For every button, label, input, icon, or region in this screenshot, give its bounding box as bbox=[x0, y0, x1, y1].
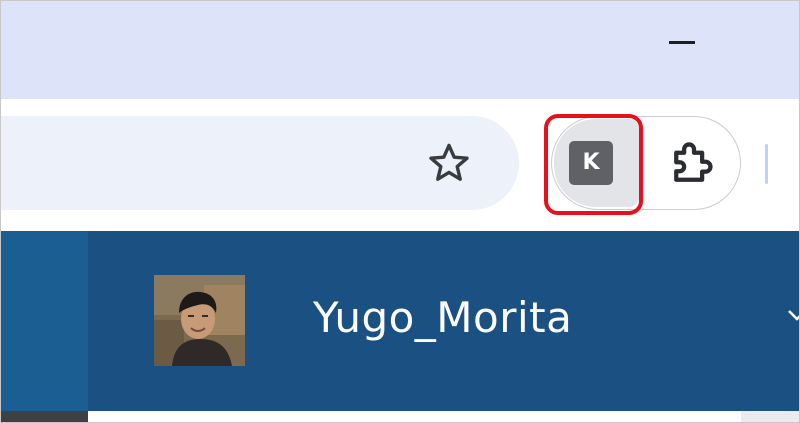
star-outline-icon[interactable] bbox=[425, 139, 473, 187]
extension-highlight-box bbox=[544, 114, 643, 215]
page-sidebar-footer bbox=[1, 411, 88, 422]
minimize-icon[interactable] bbox=[669, 41, 695, 44]
page-sidebar-strip bbox=[1, 231, 88, 411]
puzzle-piece-icon[interactable] bbox=[665, 137, 719, 191]
page-content-edge-right bbox=[741, 411, 799, 422]
toolbar-divider bbox=[765, 144, 768, 184]
browser-toolbar: K bbox=[1, 99, 799, 231]
chevron-down-icon[interactable] bbox=[785, 303, 800, 327]
profile-username[interactable]: Yugo_Morita bbox=[313, 293, 572, 342]
user-avatar[interactable] bbox=[154, 275, 245, 366]
browser-window: K Yugo_Morita bbox=[0, 0, 800, 423]
page-content-edge bbox=[88, 411, 799, 422]
title-bar bbox=[1, 1, 799, 99]
